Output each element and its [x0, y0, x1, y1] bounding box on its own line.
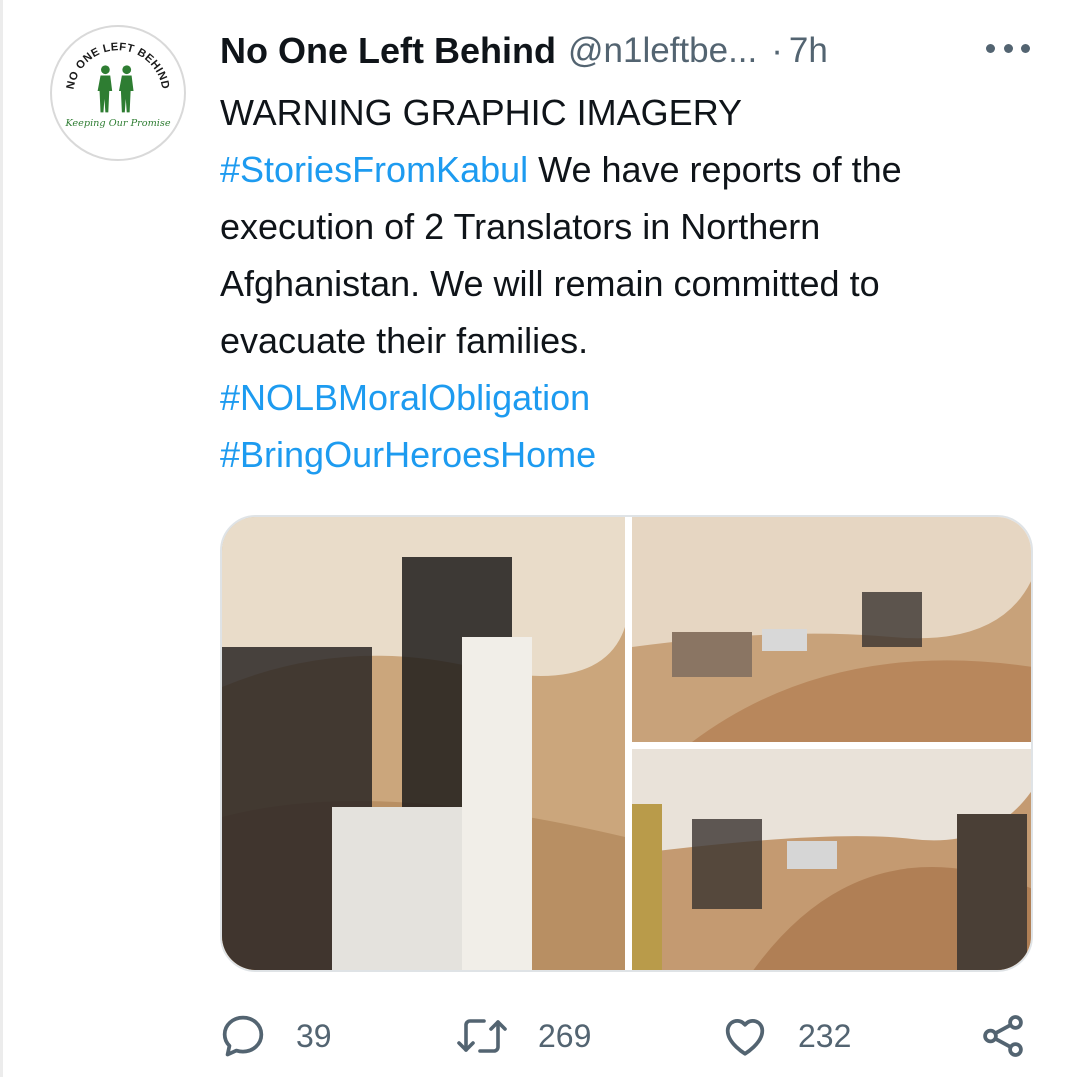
more-options-icon[interactable]	[986, 38, 1030, 58]
tweet-text-segment: WARNING GRAPHIC IMAGERY	[220, 92, 743, 133]
retweet-icon	[457, 1019, 507, 1053]
tweet-text-segment: We have reports of the	[528, 149, 902, 190]
logo-script-text: Keeping Our Promise	[64, 118, 170, 129]
hashtag-link[interactable]: #NOLBMoralObligation	[220, 377, 590, 418]
tweet-text: WARNING GRAPHIC IMAGERY #StoriesFromKabul…	[220, 84, 1050, 483]
hashtag-link[interactable]: #BringOurHeroesHome	[220, 434, 596, 475]
photo-top-right[interactable]	[632, 517, 1031, 742]
share-button[interactable]	[978, 1008, 1028, 1064]
reply-button[interactable]: 39	[218, 1008, 332, 1064]
tweet-actions: 39 269 232	[218, 1008, 1038, 1064]
tweet-header: No One Left Behind @n1leftbe... · 7h	[220, 26, 1040, 76]
separator-dot: ·	[771, 31, 783, 70]
like-count: 232	[798, 1017, 852, 1054]
tweet-text-segment: evacuate their families.	[220, 320, 589, 361]
display-name[interactable]: No One Left Behind	[220, 30, 556, 72]
like-button[interactable]: 232	[720, 1008, 851, 1064]
like-icon	[725, 1019, 765, 1056]
reply-count: 39	[296, 1017, 332, 1054]
nolb-logo: NO ONE LEFT BEHIND Keeping Our Promise	[64, 41, 172, 129]
timeline-border	[0, 0, 3, 1077]
tweet-text-line: WARNING GRAPHIC IMAGERY	[220, 84, 1050, 141]
retweet-button[interactable]: 269	[454, 1008, 591, 1064]
avatar[interactable]: NO ONE LEFT BEHIND Keeping Our Promise	[50, 25, 186, 161]
tweet-text-line: #NOLBMoralObligation	[220, 369, 1050, 426]
logo-ring-text: NO ONE LEFT BEHIND	[65, 41, 171, 90]
tweet-text-line: execution of 2 Translators in Northern	[220, 198, 1050, 255]
soldier-silhouettes-icon	[97, 65, 134, 113]
reply-icon	[222, 1015, 264, 1057]
tweet-text-line: #StoriesFromKabul We have reports of the	[220, 141, 1050, 198]
photo-left[interactable]	[222, 517, 625, 970]
timestamp[interactable]: 7h	[789, 31, 828, 71]
tweet-text-line: #BringOurHeroesHome	[220, 426, 1050, 483]
tweet-text-segment: execution of 2 Translators in Northern	[220, 206, 821, 247]
retweet-count: 269	[538, 1017, 592, 1054]
tweet-text-line: Afghanistan. We will remain committed to	[220, 255, 1050, 312]
tweet-text-segment: Afghanistan. We will remain committed to	[220, 263, 880, 304]
share-icon	[983, 1015, 1023, 1057]
photo-bottom-right[interactable]	[632, 749, 1031, 970]
hashtag-link[interactable]: #StoriesFromKabul	[220, 149, 528, 190]
media-grid[interactable]	[220, 515, 1033, 972]
tweet-text-line: evacuate their families.	[220, 312, 1050, 369]
user-handle[interactable]: @n1leftbe...	[568, 31, 757, 71]
svg-text:NO ONE LEFT BEHIND: NO ONE LEFT BEHIND	[65, 41, 172, 90]
